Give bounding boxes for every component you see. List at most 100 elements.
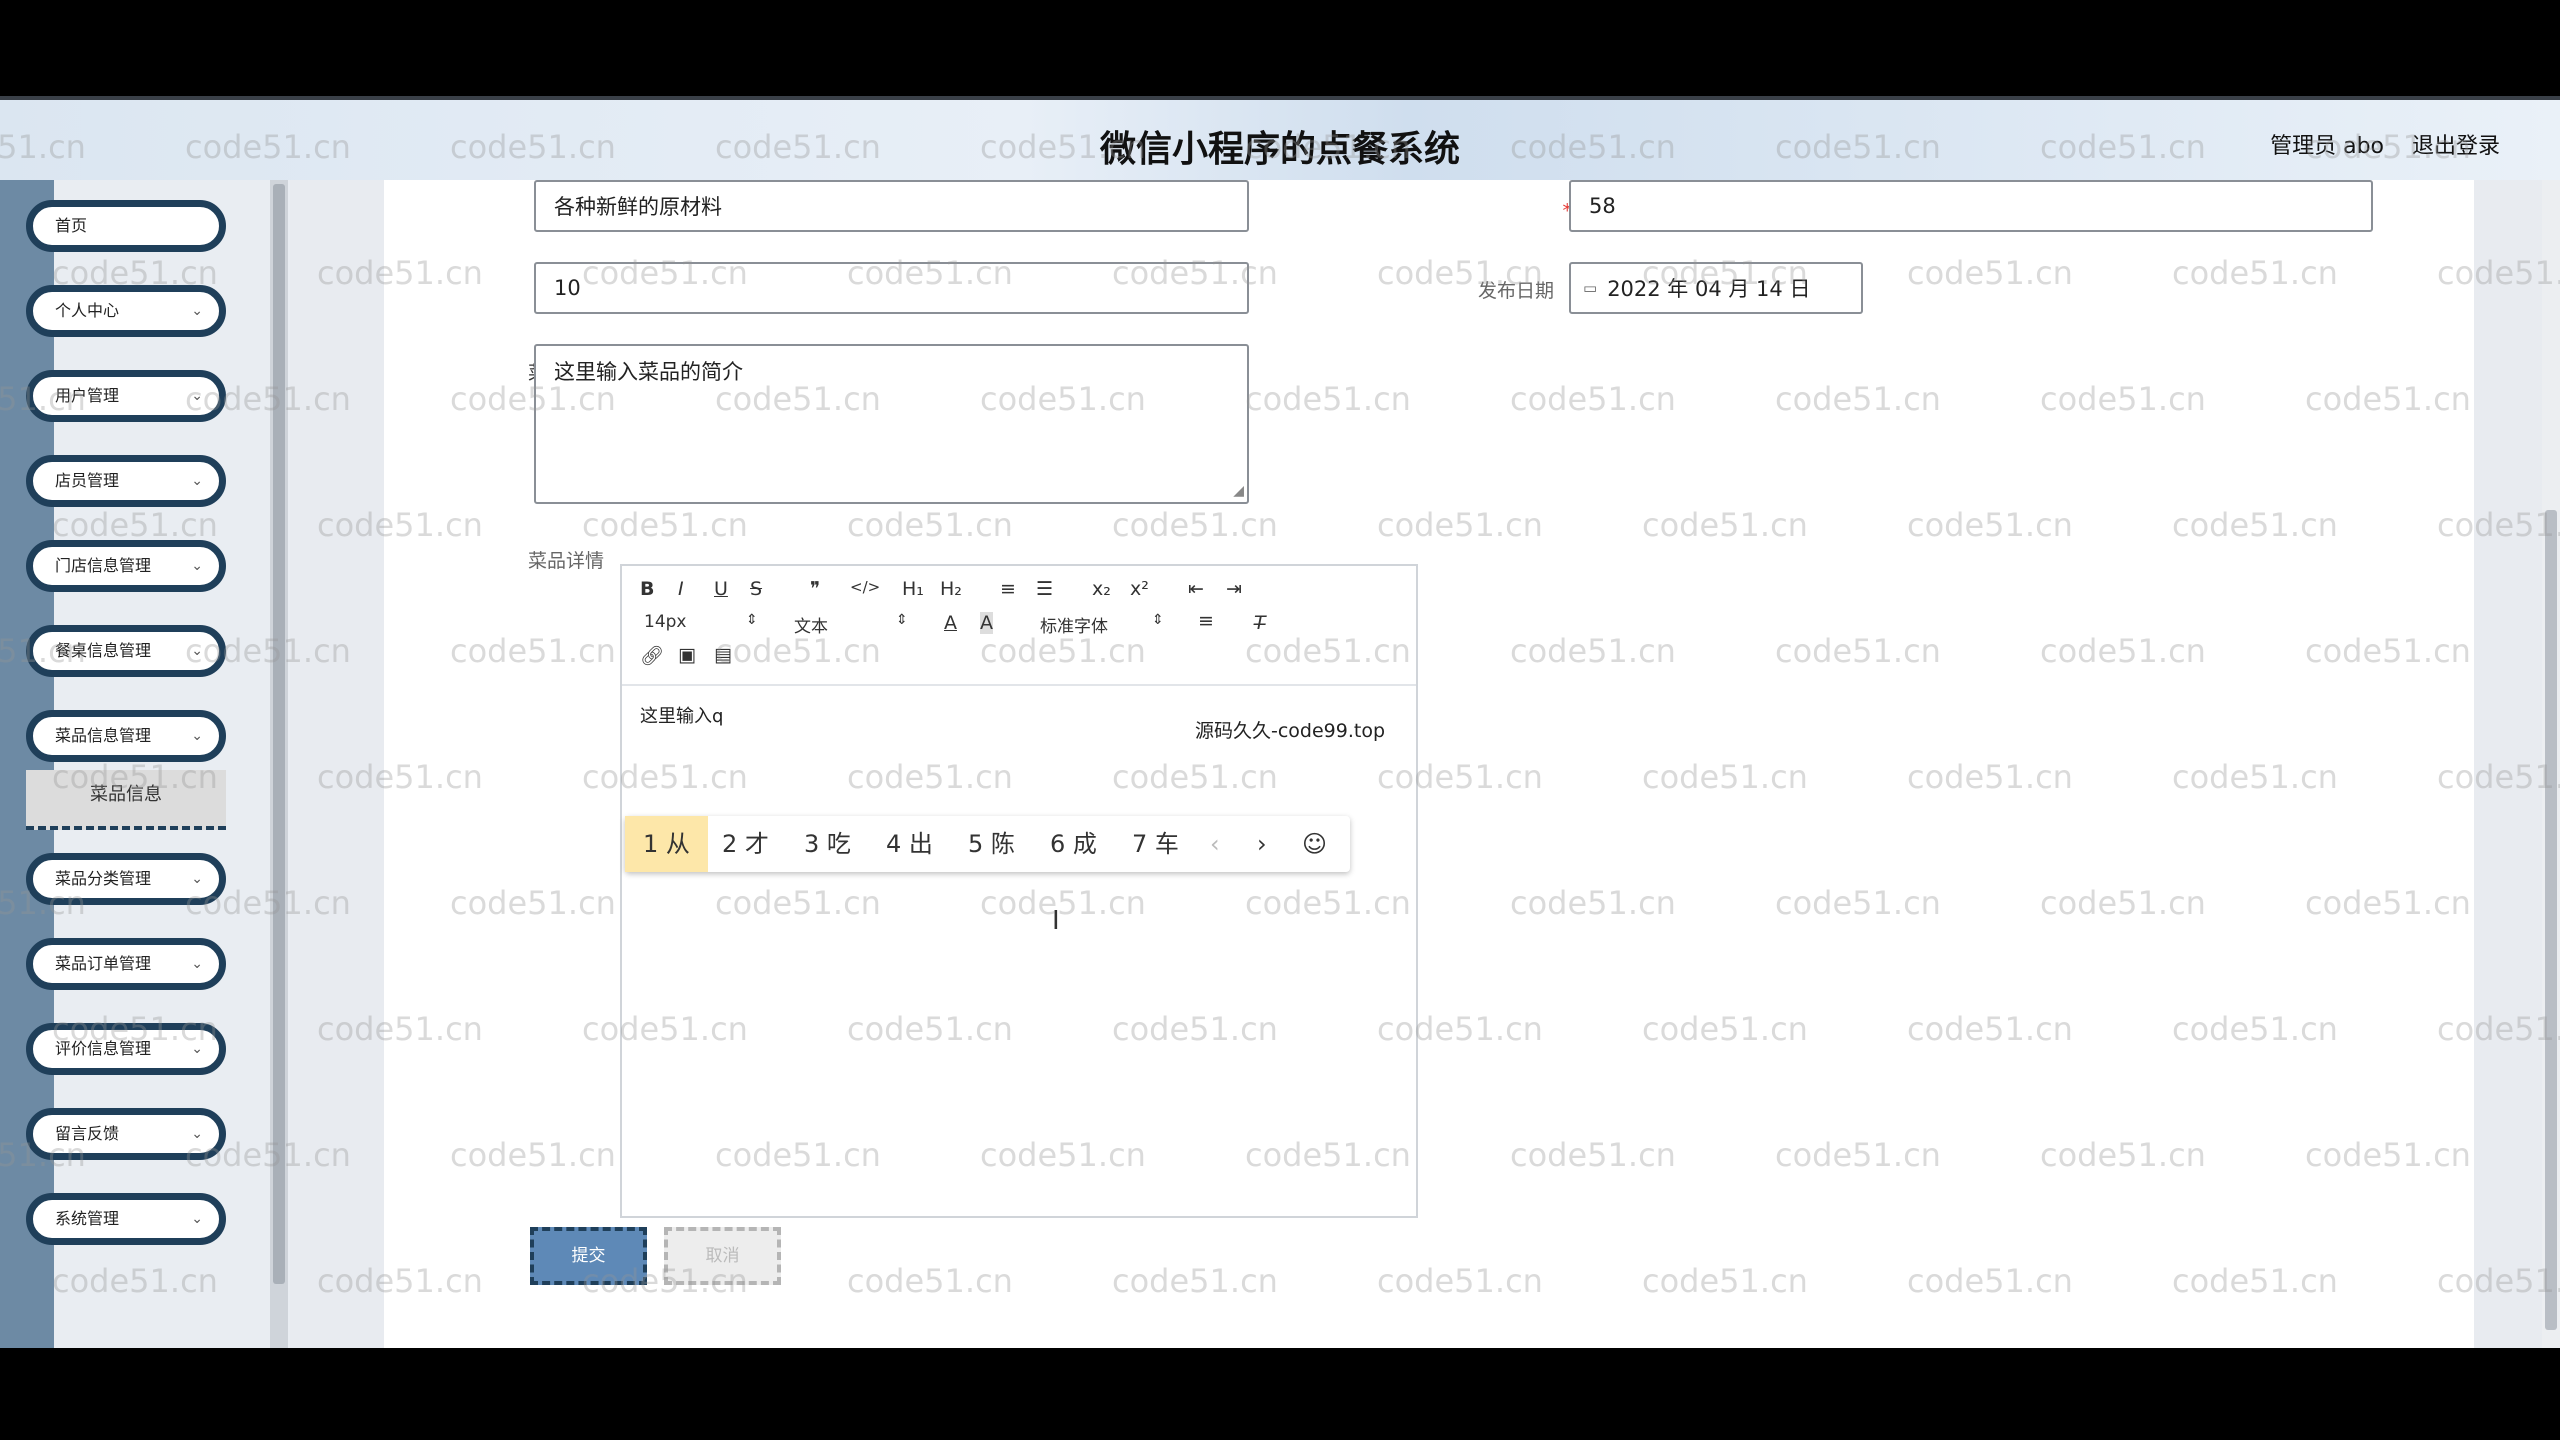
submit-button[interactable]: 提交 — [530, 1227, 647, 1285]
content-scroll-thumb[interactable] — [2545, 510, 2557, 1330]
sidebar-item-label: 首页 — [55, 216, 88, 235]
ime-prev-icon[interactable]: ‹ — [1210, 816, 1220, 872]
indent-button[interactable]: ⇥ — [1226, 578, 1242, 600]
link-icon[interactable]: 🔗︎ — [640, 644, 664, 667]
bullet-list-button[interactable]: ☰ — [1036, 578, 1053, 600]
align-icon[interactable]: ≡ — [1198, 610, 1214, 632]
underline-button[interactable]: U — [714, 578, 728, 600]
page-title: 微信小程序的点餐系统 — [1099, 129, 1460, 170]
quantity-value: 10 — [554, 276, 581, 300]
sidebar-item-staff[interactable]: 店员管理 ⌄ — [26, 455, 226, 507]
outdent-button[interactable]: ⇤ — [1188, 578, 1204, 600]
chevron-updown-icon: ⇕ — [1152, 612, 1164, 628]
strike-button[interactable]: S — [750, 578, 762, 600]
sidebar: 首页 个人中心 ⌄ 用户管理 ⌄ 店员管理 ⌄ 门店信息管理 ⌄ 餐桌信息管理 ⌄ 菜品信… — [0, 180, 290, 1348]
logout-link[interactable]: 退出登录 — [2412, 128, 2500, 160]
sidebar-item-home[interactable]: 首页 — [26, 200, 226, 252]
materials-value: 各种新鲜的原材料 — [554, 195, 722, 219]
bold-button[interactable]: B — [640, 578, 654, 600]
font-color-icon[interactable]: A — [944, 612, 957, 634]
app-window: 微信小程序的点餐系统 管理员 abo 退出登录 首页 个人中心 ⌄ 用户管理 ⌄ 店… — [0, 96, 2560, 1348]
image-icon[interactable]: ▣ — [678, 644, 696, 666]
sidebar-item-store[interactable]: 门店信息管理 ⌄ — [26, 540, 226, 592]
sidebar-scrollbar[interactable] — [270, 180, 288, 1348]
ime-candidate-4[interactable]: 4 出 — [886, 816, 933, 872]
sidebar-item-label: 留言反馈 — [55, 1124, 120, 1143]
emoji-icon[interactable]: ☺ — [1302, 816, 1327, 872]
paragraph-select[interactable]: 文本 — [794, 612, 828, 637]
price-input[interactable]: 58 — [1569, 180, 2373, 232]
price-value: 58 — [1589, 194, 1616, 218]
chevron-down-icon: ⌄ — [191, 871, 203, 887]
video-icon[interactable]: ▤ — [714, 644, 732, 666]
submenu-dish-info[interactable]: 菜品信息 — [26, 770, 226, 830]
ime-candidate-5[interactable]: 5 陈 — [968, 816, 1015, 872]
superscript-button[interactable]: x² — [1130, 578, 1149, 600]
date-label: 发布日期 — [1477, 280, 1554, 302]
ime-candidate-7[interactable]: 7 车 — [1132, 816, 1179, 872]
sidebar-item-orders[interactable]: 菜品订单管理 ⌄ — [26, 938, 226, 990]
quantity-input[interactable]: 10 — [534, 262, 1249, 314]
blockquote-button[interactable]: ❞ — [810, 578, 820, 600]
background-color-icon[interactable]: A — [980, 612, 993, 634]
rich-text-editor[interactable]: B I U S ❞ </> H₁ H₂ ≡ ☰ x₂ x² ⇤ ⇥ 14px ⇕… — [620, 564, 1418, 1218]
font-family-select[interactable]: 标准字体 — [1040, 612, 1108, 637]
main-content: 原材料 各种新鲜的原材料 *单价 58 *数量 10 发布日期 ▭2022 年 … — [290, 180, 2560, 1348]
calendar-icon: ▭ — [1583, 279, 1598, 297]
text-cursor-icon: I — [1052, 906, 1060, 936]
intro-textarea[interactable]: 这里输入菜品的简介 ◢ — [534, 344, 1249, 504]
sidebar-item-feedback[interactable]: 留言反馈 ⌄ — [26, 1108, 226, 1160]
sidebar-item-label: 系统管理 — [55, 1209, 120, 1228]
sidebar-item-label: 菜品信息管理 — [55, 726, 152, 745]
sidebar-item-system[interactable]: 系统管理 ⌄ — [26, 1193, 226, 1245]
italic-button[interactable]: I — [678, 578, 684, 600]
cancel-button[interactable]: 取消 — [664, 1227, 781, 1285]
intro-value: 这里输入菜品的简介 — [554, 360, 743, 384]
font-size-select[interactable]: 14px — [644, 612, 686, 632]
current-user: 管理员 abo — [2270, 134, 2384, 159]
resize-handle-icon[interactable]: ◢ — [1233, 483, 1244, 499]
sidebar-item-label: 门店信息管理 — [55, 556, 152, 575]
sidebar-item-dishes[interactable]: 菜品信息管理 ⌄ — [26, 710, 226, 762]
sidebar-item-reviews[interactable]: 评价信息管理 ⌄ — [26, 1023, 226, 1075]
sidebar-item-label: 个人中心 — [55, 301, 120, 320]
ime-candidate-1[interactable]: 1 从 — [625, 816, 708, 872]
chevron-down-icon: ⌄ — [191, 473, 203, 489]
materials-input[interactable]: 各种新鲜的原材料 — [534, 180, 1249, 232]
chevron-down-icon: ⌄ — [191, 1211, 203, 1227]
chevron-down-icon: ⌄ — [191, 558, 203, 574]
editor-text: 这里输入q — [640, 706, 724, 727]
ordered-list-button[interactable]: ≡ — [1000, 578, 1016, 600]
chevron-down-icon: ⌄ — [191, 1041, 203, 1057]
sidebar-item-label: 餐桌信息管理 — [55, 641, 152, 660]
sidebar-item-tables[interactable]: 餐桌信息管理 ⌄ — [26, 625, 226, 677]
sidebar-item-profile[interactable]: 个人中心 ⌄ — [26, 285, 226, 337]
ime-candidate-bar: 1 从 2 才 3 吃 4 出 5 陈 6 成 7 车 ‹ › ☺ — [625, 816, 1350, 872]
ime-next-icon[interactable]: › — [1257, 816, 1267, 872]
chevron-updown-icon: ⇕ — [896, 612, 908, 628]
top-header: 微信小程序的点餐系统 管理员 abo 退出登录 — [0, 96, 2560, 184]
clear-format-icon[interactable]: T̶ — [1254, 612, 1266, 634]
sidebar-item-label: 菜品订单管理 — [55, 954, 152, 973]
overlay-watermark-text: 源码久久-code99.top — [1195, 716, 1386, 743]
subscript-button[interactable]: x₂ — [1092, 578, 1111, 600]
sidebar-item-categories[interactable]: 菜品分类管理 ⌄ — [26, 853, 226, 905]
chevron-down-icon: ⌄ — [191, 1126, 203, 1142]
code-button[interactable]: </> — [850, 578, 880, 596]
ime-candidate-3[interactable]: 3 吃 — [804, 816, 851, 872]
date-picker[interactable]: ▭ 2022 年 04 月 14 日 — [1569, 262, 1863, 314]
ime-candidate-6[interactable]: 6 成 — [1050, 816, 1097, 872]
sidebar-item-label: 用户管理 — [55, 386, 120, 405]
h1-button[interactable]: H₁ — [902, 578, 924, 600]
h2-button[interactable]: H₂ — [940, 578, 962, 600]
sidebar-item-label: 菜品分类管理 — [55, 869, 152, 888]
sidebar-item-users[interactable]: 用户管理 ⌄ — [26, 370, 226, 422]
content-scrollbar[interactable] — [2542, 180, 2560, 1348]
ime-candidate-2[interactable]: 2 才 — [722, 816, 769, 872]
sidebar-item-label: 店员管理 — [55, 471, 120, 490]
sidebar-item-label: 评价信息管理 — [55, 1039, 152, 1058]
chevron-updown-icon: ⇕ — [746, 612, 758, 628]
chevron-down-icon: ⌄ — [191, 303, 203, 319]
chevron-down-icon: ⌄ — [191, 643, 203, 659]
sidebar-scroll-thumb[interactable] — [273, 184, 285, 1284]
